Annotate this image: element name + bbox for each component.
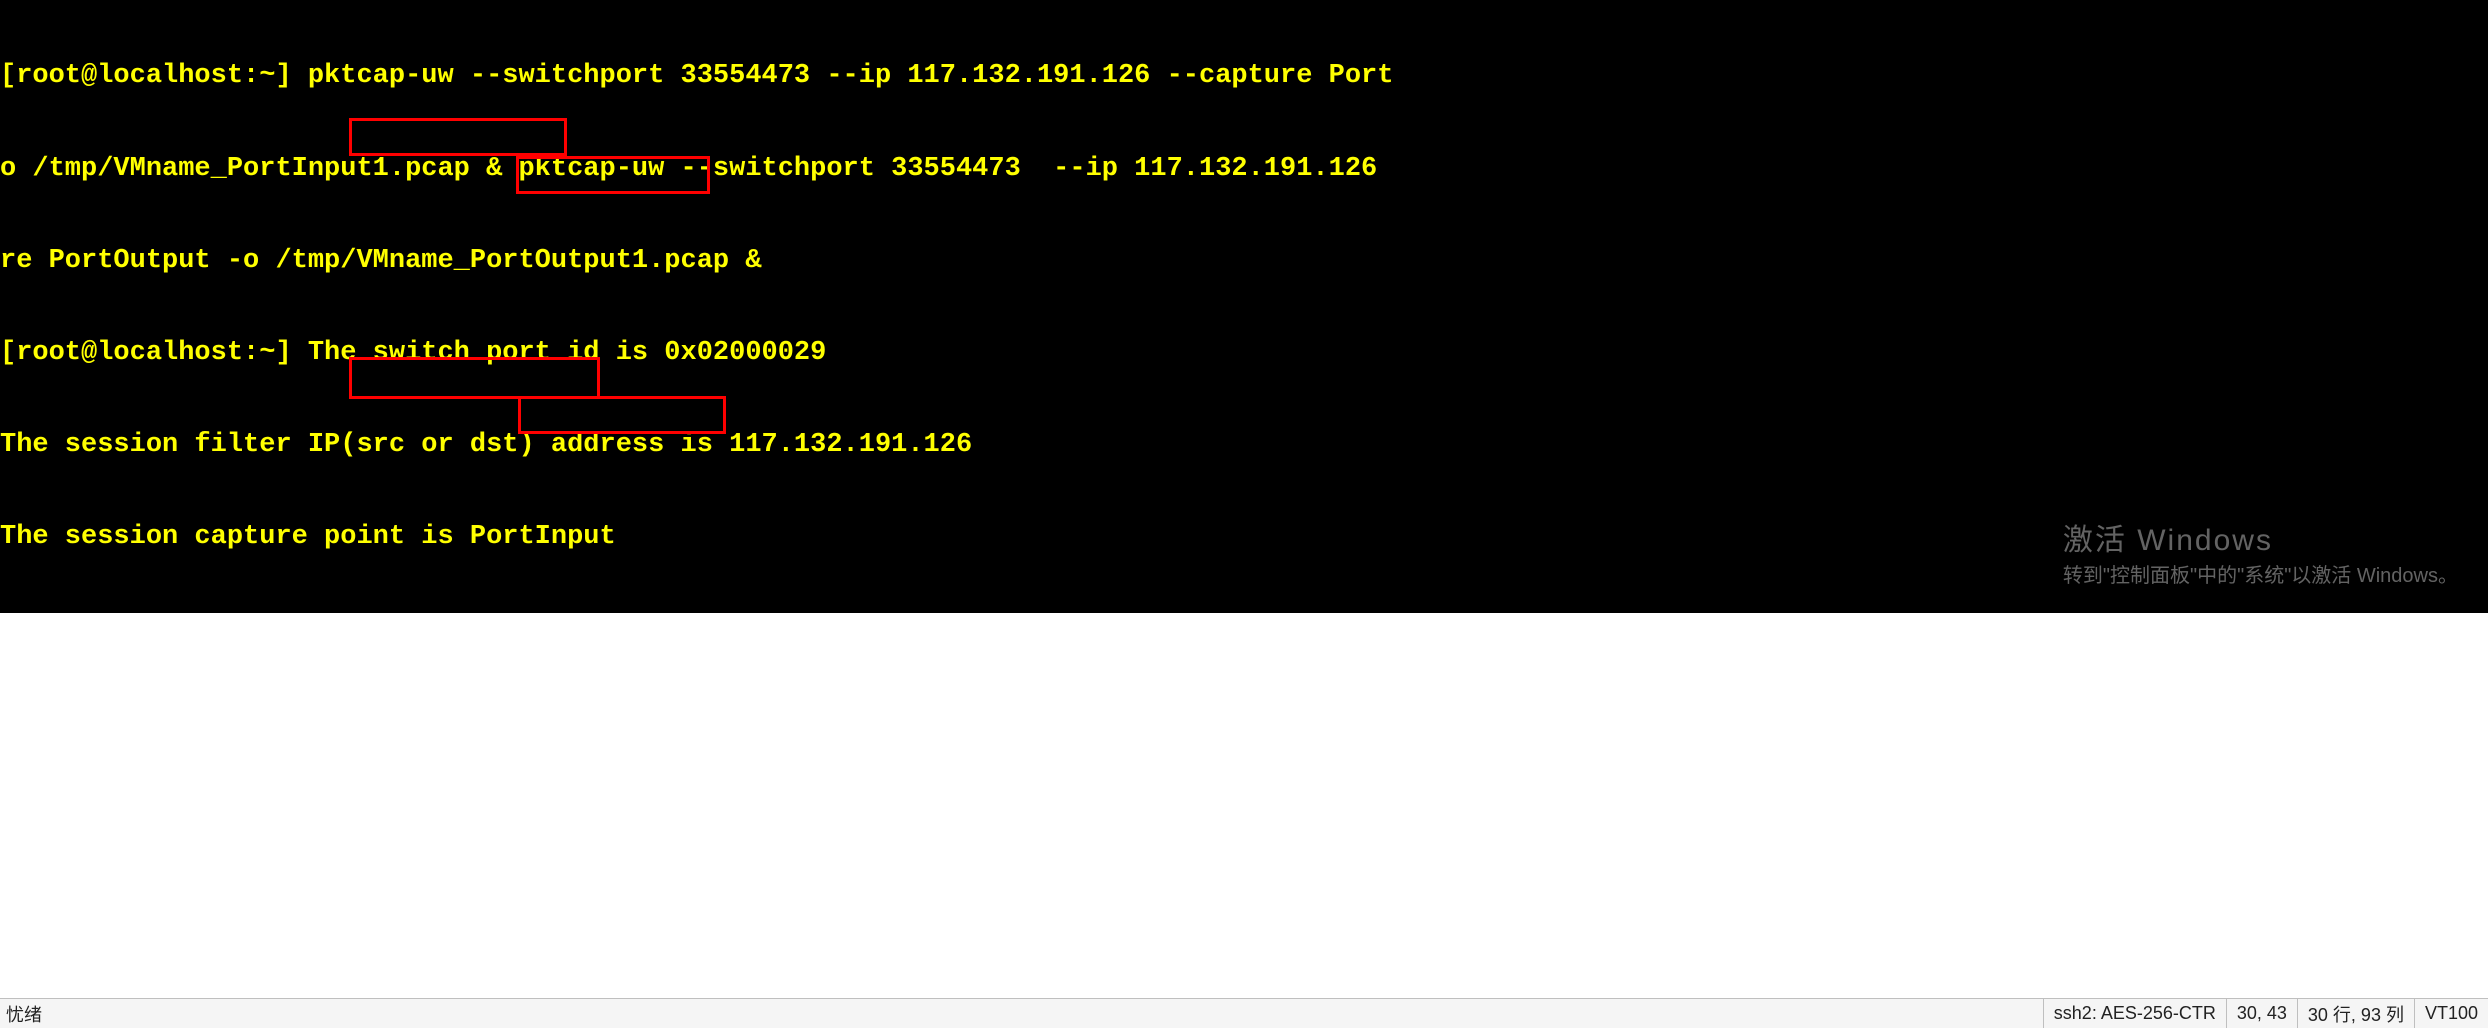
terminal-line: The session filter IP(src or dst) addres… <box>0 430 1393 461</box>
status-terminal-type: VT100 <box>2414 999 2488 1028</box>
terminal-line: [root@localhost:~] pktcap-uw --switchpor… <box>0 61 1393 92</box>
status-cursor-position: 30, 43 <box>2226 999 2297 1028</box>
terminal-text: [root@localhost:~] pktcap-uw --switchpor… <box>0 0 1393 613</box>
watermark-subtitle: 转到"控制面板"中的"系统"以激活 Windows。 <box>2063 559 2458 588</box>
blank-area <box>0 613 2488 998</box>
terminal-line: re PortOutput -o /tmp/VMname_PortOutput1… <box>0 246 1393 277</box>
watermark-title: 激活 Windows <box>2063 515 2458 559</box>
terminal-line: o /tmp/VMname_PortInput1.pcap & pktcap-u… <box>0 154 1393 185</box>
status-bar: 忧绪 ssh2: AES-256-CTR 30, 43 30 行, 93 列 V… <box>0 998 2488 1028</box>
terminal-line: The session capture point is PortInput <box>0 522 1393 553</box>
status-connection: ssh2: AES-256-CTR <box>2043 999 2226 1028</box>
status-terminal-size: 30 行, 93 列 <box>2297 999 2414 1028</box>
windows-activation-watermark: 激活 Windows 转到"控制面板"中的"系统"以激活 Windows。 <box>2063 515 2458 588</box>
status-left-label: 忧绪 <box>0 1001 42 1027</box>
terminal-area[interactable]: [root@localhost:~] pktcap-uw --switchpor… <box>0 0 2488 613</box>
terminal-line: [root@localhost:~] The switch port id is… <box>0 338 1393 369</box>
